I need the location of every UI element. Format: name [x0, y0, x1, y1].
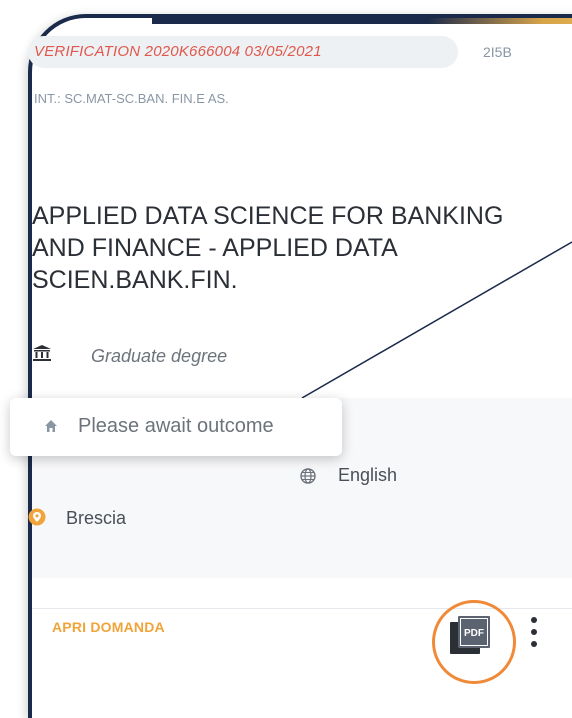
course-title: APPLIED DATA SCIENCE FOR BANKING AND FIN… [32, 202, 504, 294]
apri-domanda-button[interactable]: APRI DOMANDA [52, 619, 165, 635]
map-pin-icon [28, 508, 46, 526]
verification-text: VERIFICATION 2020K666004 03/05/2021 [34, 43, 322, 60]
card-top-accent [152, 18, 572, 24]
application-code: 2I5B [483, 44, 512, 60]
bank-icon [33, 345, 51, 361]
more-vert-icon[interactable] [530, 612, 538, 652]
language-text: English [338, 465, 398, 485]
status-text: Please await outcome [78, 415, 274, 437]
pdf-icon[interactable]: PDF [448, 614, 492, 658]
degree-type: Graduate degree [91, 346, 228, 366]
interclass-text: INT.: SC.MAT-SC.BAN. FIN.E AS. [34, 91, 229, 106]
pdf-icon-label: PDF [464, 628, 484, 639]
globe-icon [300, 468, 316, 484]
home-icon [45, 420, 57, 432]
city-text: Brescia [66, 508, 127, 528]
